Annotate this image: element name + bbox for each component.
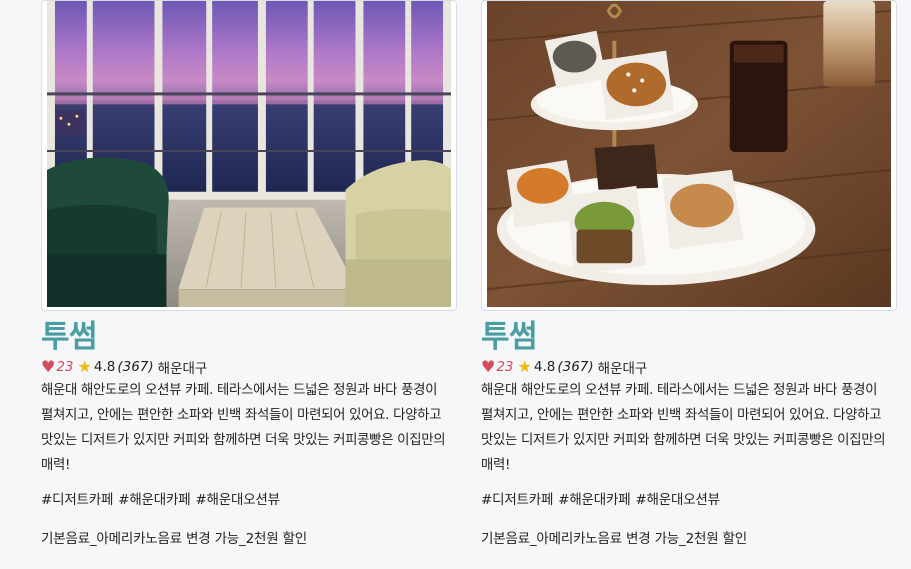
review-count: (367): [557, 359, 594, 375]
tag[interactable]: #디저트카페: [481, 492, 553, 508]
tag[interactable]: #해운대오션뷰: [195, 492, 280, 508]
tag[interactable]: #해운대오션뷰: [635, 492, 720, 508]
star-icon: ★: [517, 357, 532, 376]
tag-list: #디저트카페 #해운대카페 #해운대오션뷰: [41, 490, 459, 510]
cafe-meta: ♥ 23 ★ 4.8 (367) 해운대구: [41, 357, 459, 378]
heart-icon[interactable]: ♥: [481, 359, 495, 375]
rating-value: 4.8: [93, 359, 116, 375]
cafe-meta: ♥ 23 ★ 4.8 (367) 해운대구: [481, 357, 899, 378]
like-count: 23: [56, 359, 74, 375]
cafe-description: 해운대 해안도로의 오션뷰 카페. 테라스에서는 드넓은 정원과 바다 풍경이 …: [41, 383, 446, 473]
cafe-card[interactable]: 투썸 ♥ 23 ★ 4.8 (367) 해운대구 해운대 해안도로의 오션뷰 카…: [481, 0, 899, 549]
offer-text: 기본음료_아메리카노음료 변경 가능_2천원 할인: [41, 531, 307, 547]
district-label: 해운대구: [597, 361, 648, 377]
rating-value: 4.8: [533, 359, 556, 375]
dessert-stand-image: [487, 1, 891, 307]
cafe-card[interactable]: 투썸 ♥ 23 ★ 4.8 (367) 해운대구 해운대 해안도로의 오션뷰 카…: [41, 0, 459, 549]
cafe-title[interactable]: 투썸: [41, 319, 459, 355]
cafe-card-grid: 투썸 ♥ 23 ★ 4.8 (367) 해운대구 해운대 해안도로의 오션뷰 카…: [0, 0, 911, 569]
district-label: 해운대구: [157, 361, 208, 377]
cafe-photo[interactable]: [481, 0, 897, 311]
like-count: 23: [496, 359, 514, 375]
star-icon: ★: [77, 357, 92, 376]
tag-list: #디저트카페 #해운대카페 #해운대오션뷰: [481, 490, 899, 510]
tag[interactable]: #해운대카페: [558, 492, 630, 508]
offer-text: 기본음료_아메리카노음료 변경 가능_2천원 할인: [481, 531, 747, 547]
tag[interactable]: #해운대카페: [118, 492, 190, 508]
cafe-photo[interactable]: [41, 0, 457, 311]
review-count: (367): [117, 359, 154, 375]
heart-icon[interactable]: ♥: [41, 359, 55, 375]
tag[interactable]: #디저트카페: [41, 492, 113, 508]
ocean-view-interior-image: [47, 1, 451, 307]
cafe-title[interactable]: 투썸: [481, 319, 899, 355]
cafe-description: 해운대 해안도로의 오션뷰 카페. 테라스에서는 드넓은 정원과 바다 풍경이 …: [481, 383, 886, 473]
